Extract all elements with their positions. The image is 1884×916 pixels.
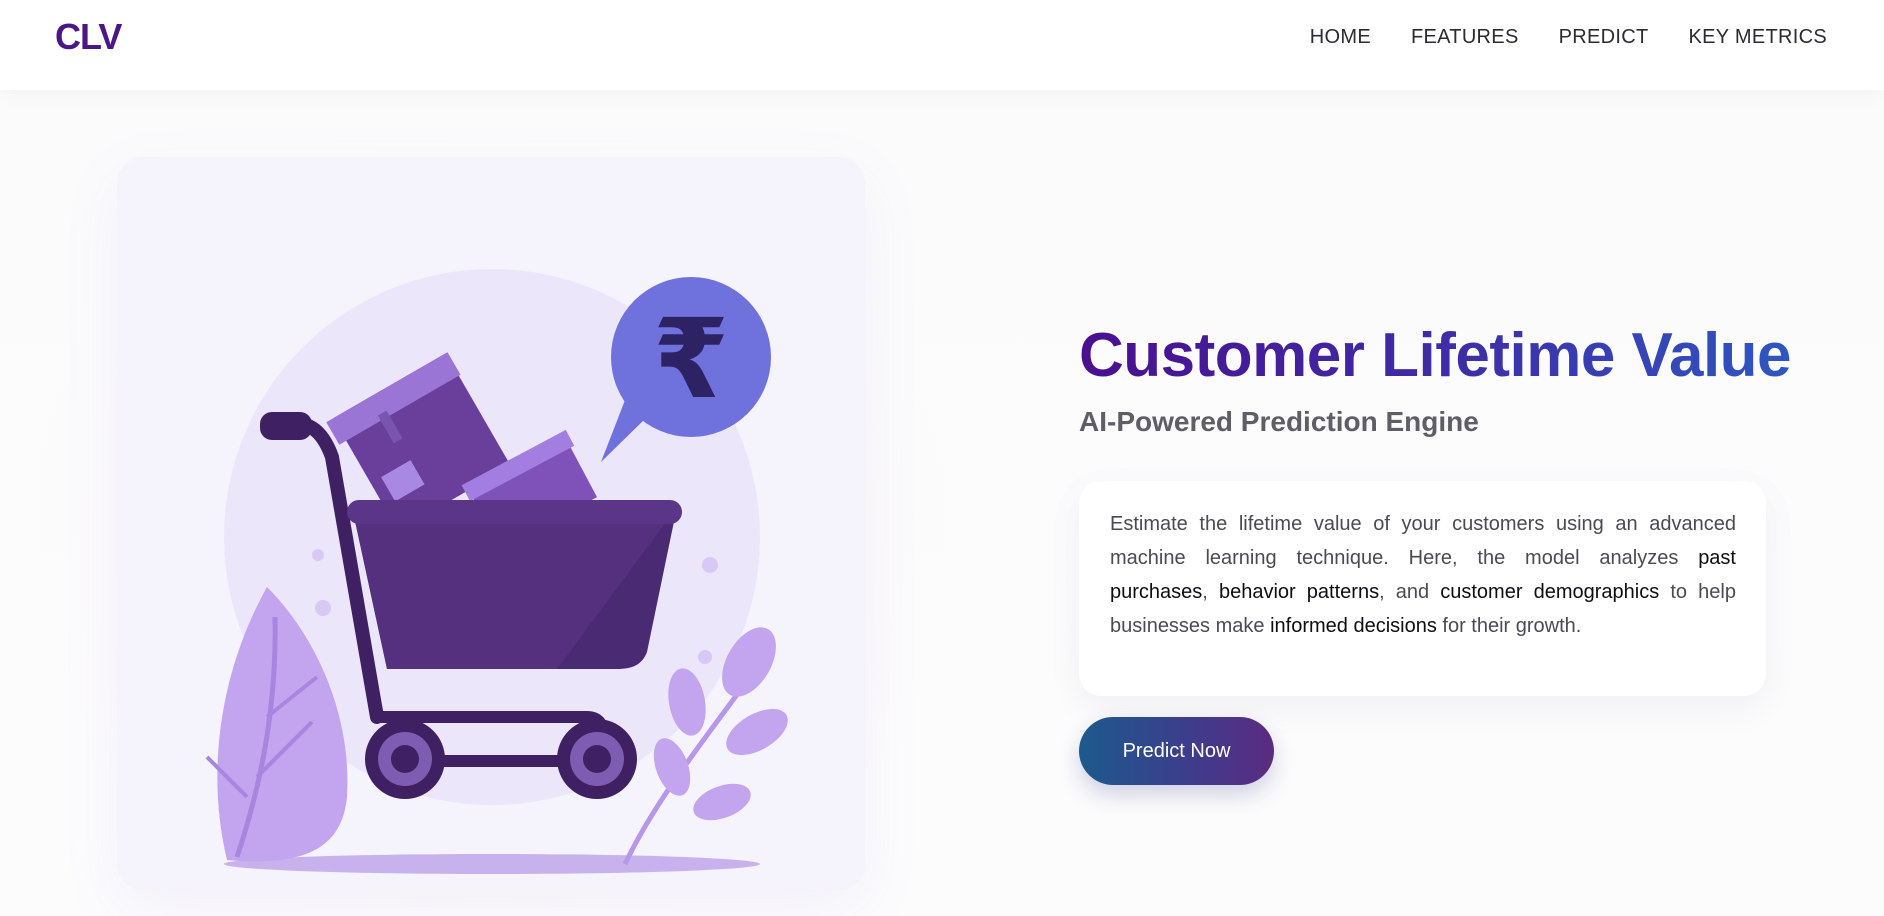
keyword-behavior-patterns: behavior patterns — [1218, 581, 1380, 603]
description-text-part: for their growth. — [1436, 615, 1582, 637]
description-text-part: Estimate the lifetime value of your cust… — [1110, 513, 1736, 569]
page-title: Customer Lifetime Value — [1079, 321, 1792, 390]
nav-links: HOME FEATURES PREDICT KEY METRICS — [1310, 26, 1827, 49]
rupee-speech-bubble-icon: ₹ — [601, 277, 771, 462]
logo[interactable]: CLV — [55, 16, 122, 58]
description-card: Estimate the lifetime value of your cust… — [1079, 481, 1766, 696]
ground-shadow — [224, 854, 760, 874]
predict-now-button[interactable]: Predict Now — [1079, 717, 1274, 785]
illustration-card: ₹ — [117, 157, 865, 890]
rupee-symbol: ₹ — [653, 295, 730, 423]
keyword-customer-demographics: customer demographics — [1440, 581, 1660, 603]
page-subtitle: AI-Powered Prediction Engine — [1079, 406, 1479, 437]
keyword-informed-decisions: informed decisions — [1270, 615, 1437, 637]
shopping-cart-illustration: ₹ — [205, 269, 788, 874]
nav-predict-link[interactable]: PREDICT — [1559, 26, 1649, 49]
navbar: CLV HOME FEATURES PREDICT KEY METRICS — [0, 0, 1884, 90]
nav-key-metrics-link[interactable]: KEY METRICS — [1688, 26, 1827, 49]
hero-section: ₹ Customer Lifetime Value AI-Powered Pre… — [0, 90, 1884, 916]
description-text-part: , and — [1379, 581, 1441, 603]
nav-features-link[interactable]: FEATURES — [1411, 26, 1519, 49]
description-text: Estimate the lifetime value of your cust… — [1110, 507, 1736, 643]
description-text-part: , — [1202, 581, 1219, 603]
nav-home-link[interactable]: HOME — [1310, 26, 1371, 49]
